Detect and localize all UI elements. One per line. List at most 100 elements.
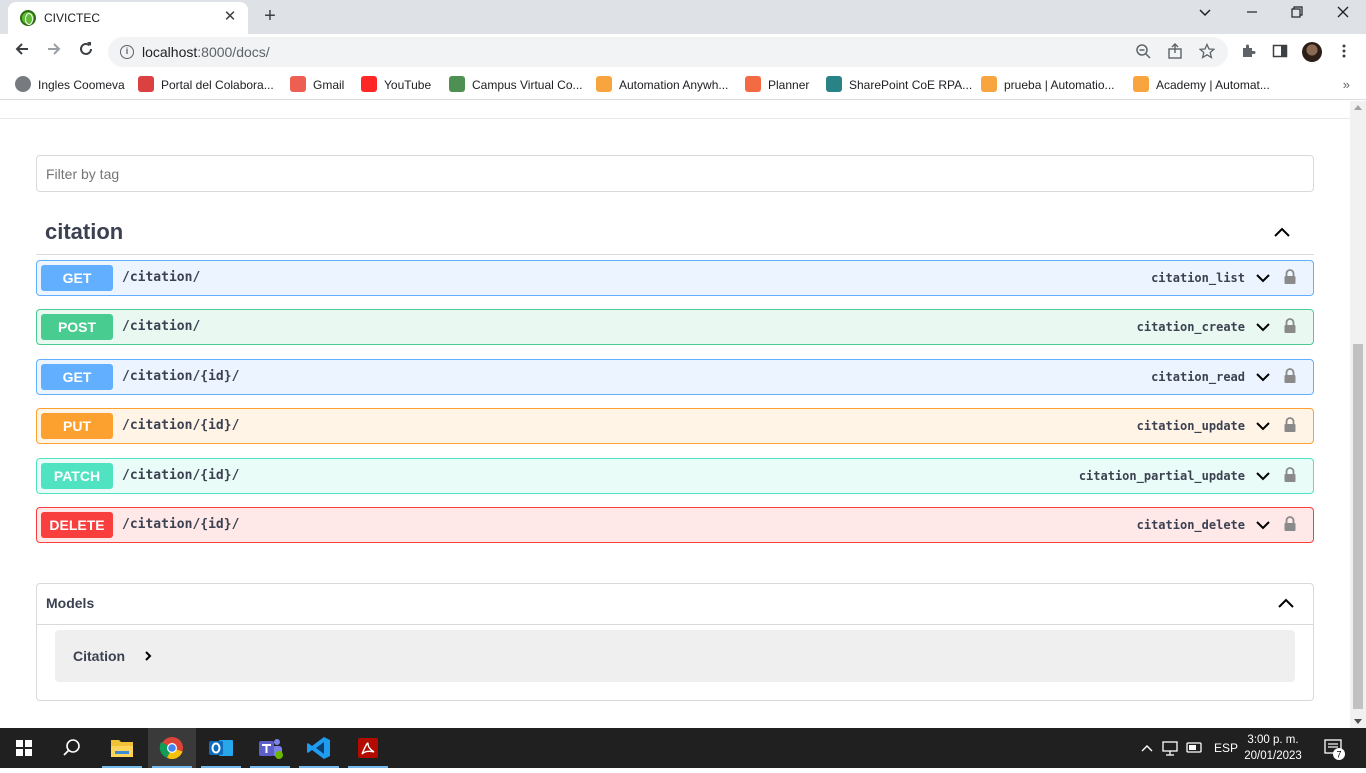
- bookmark-item[interactable]: SharePoint CoE RPA...: [826, 76, 972, 94]
- tray-overflow-icon[interactable]: [1140, 728, 1154, 768]
- scroll-down-arrow-icon[interactable]: [1354, 719, 1362, 724]
- filter-by-tag-input[interactable]: [36, 155, 1314, 192]
- side-panel-icon[interactable]: [1271, 43, 1289, 61]
- bookmark-item[interactable]: prueba | Automatio...: [981, 76, 1115, 94]
- portal-icon: [138, 76, 154, 92]
- lock-icon[interactable]: [1283, 417, 1297, 433]
- teams-icon[interactable]: [246, 728, 294, 768]
- restore-window-button[interactable]: [1285, 5, 1309, 25]
- chrome-icon[interactable]: [148, 728, 196, 768]
- profile-avatar[interactable]: [1302, 42, 1322, 62]
- url-path: :8000/docs/: [197, 44, 270, 60]
- chevron-down-icon[interactable]: [1255, 321, 1271, 333]
- models-title: Models: [46, 595, 95, 611]
- bookmark-item[interactable]: Portal del Colabora...: [138, 76, 274, 94]
- system-clock[interactable]: 3:00 p. m. 20/01/2023: [1238, 732, 1308, 764]
- bookmark-item[interactable]: YouTube: [361, 76, 431, 94]
- bookmark-item[interactable]: Gmail: [290, 76, 344, 94]
- tab-search-icon[interactable]: [1193, 5, 1217, 25]
- lock-icon[interactable]: [1283, 367, 1297, 384]
- operation-row-citation-read[interactable]: GET/citation/{id}/ citation_read: [36, 358, 1314, 395]
- http-method-badge: GET: [41, 363, 113, 390]
- operation-row-citation-create[interactable]: POST/citation/citation_create: [36, 309, 1314, 346]
- operation-row-citation-list[interactable]: GET/citation/citation_list: [36, 260, 1314, 296]
- minimize-window-button[interactable]: [1240, 5, 1264, 25]
- site-favicon-icon: [20, 10, 36, 26]
- browser-toolbar: i localhost:8000/docs/: [0, 34, 1366, 70]
- operation-path: /citation/{id}/: [122, 368, 240, 384]
- gmail-icon: [290, 76, 306, 92]
- operation-id: citation_update: [1136, 419, 1245, 434]
- http-method-badge: DELETE: [41, 512, 113, 538]
- globe-icon: [15, 76, 31, 92]
- notifications-icon[interactable]: 7: [1322, 728, 1348, 768]
- swagger-page: citation GET/citation/citation_listPOST/…: [0, 101, 1350, 728]
- bookmark-item[interactable]: Campus Virtual Co...: [449, 76, 583, 94]
- lock-icon[interactable]: [1283, 466, 1297, 483]
- volume-icon[interactable]: [1186, 728, 1204, 768]
- site-info-icon[interactable]: i: [120, 45, 134, 59]
- operation-id: citation_list: [1151, 271, 1245, 285]
- new-tab-button[interactable]: +: [260, 6, 280, 26]
- outlook-icon[interactable]: [197, 728, 245, 768]
- operation-row-citation-partial-update[interactable]: PATCH/citation/{id}/ citation_partial_upd…: [36, 457, 1314, 494]
- extensions-icon[interactable]: [1239, 43, 1257, 61]
- chevron-down-icon[interactable]: [1255, 272, 1271, 284]
- bookmark-item[interactable]: Academy | Automat...: [1133, 76, 1270, 94]
- page-scrollbar[interactable]: [1350, 101, 1366, 728]
- network-icon[interactable]: [1162, 728, 1180, 768]
- collapse-tag-icon[interactable]: [1272, 223, 1292, 243]
- lock-icon[interactable]: [1283, 318, 1297, 334]
- close-tab-icon[interactable]: ✕: [222, 9, 238, 25]
- bookmark-label: Campus Virtual Co...: [472, 78, 583, 92]
- zoom-icon[interactable]: [1134, 43, 1152, 61]
- scrollbar-thumb[interactable]: [1353, 344, 1363, 709]
- http-method-badge: POST: [41, 314, 113, 341]
- operation-id: citation_partial_update: [1078, 468, 1245, 483]
- lock-icon[interactable]: [1283, 269, 1297, 285]
- bookmark-item[interactable]: Planner: [745, 76, 809, 94]
- close-window-button[interactable]: [1331, 5, 1355, 25]
- lock-icon[interactable]: [1283, 516, 1297, 532]
- chevron-down-icon[interactable]: [1255, 371, 1271, 383]
- bookmark-item[interactable]: Ingles Coomeva: [15, 76, 125, 94]
- model-item[interactable]: Citation: [55, 630, 1295, 682]
- windows-taskbar: ESP 3:00 p. m. 20/01/2023 7: [0, 728, 1366, 768]
- clock-time: 3:00 p. m.: [1247, 734, 1299, 746]
- chevron-down-icon[interactable]: [1255, 519, 1271, 531]
- chrome-menu-icon[interactable]: [1335, 43, 1353, 61]
- bookmark-star-icon[interactable]: [1198, 42, 1216, 61]
- search-icon[interactable]: [48, 728, 96, 768]
- more-bookmarks-icon[interactable]: »: [1343, 77, 1350, 92]
- bookmarks-bar: Ingles Coomeva Portal del Colabora... Gmai…: [0, 70, 1366, 100]
- back-button[interactable]: [10, 40, 34, 64]
- forward-button[interactable]: [42, 40, 66, 64]
- start-button[interactable]: [0, 728, 48, 768]
- operation-row-citation-update[interactable]: PUT/citation/{id}/ citation_update: [36, 408, 1314, 445]
- language-indicator[interactable]: ESP: [1214, 741, 1238, 755]
- collapse-models-icon[interactable]: [1276, 594, 1296, 614]
- bookmark-label: prueba | Automatio...: [1004, 78, 1115, 92]
- scroll-up-arrow-icon[interactable]: [1354, 105, 1362, 110]
- automation-anywhere-icon: [596, 76, 612, 92]
- expand-model-icon[interactable]: [143, 650, 153, 662]
- bookmark-label: YouTube: [384, 78, 432, 92]
- browser-tab[interactable]: CIVICTEC ✕: [8, 2, 248, 34]
- reload-button[interactable]: [74, 40, 98, 64]
- file-explorer-icon[interactable]: [98, 728, 146, 768]
- bookmark-label: Planner: [768, 78, 810, 92]
- operation-path: /citation/: [122, 319, 201, 335]
- chevron-down-icon[interactable]: [1255, 470, 1271, 482]
- http-method-badge: PUT: [41, 413, 113, 440]
- address-bar[interactable]: i localhost:8000/docs/: [108, 37, 1228, 67]
- vscode-icon[interactable]: [295, 728, 343, 768]
- share-icon[interactable]: [1166, 43, 1184, 61]
- tag-section-header[interactable]: citation: [36, 211, 1314, 255]
- models-header[interactable]: Models: [37, 584, 1313, 625]
- acrobat-icon[interactable]: [344, 728, 392, 768]
- operation-path: /citation/: [122, 270, 201, 285]
- chevron-down-icon[interactable]: [1255, 420, 1271, 432]
- bookmark-item[interactable]: Automation Anywh...: [596, 76, 728, 94]
- bookmark-label: Portal del Colabora...: [161, 78, 274, 92]
- operation-row-citation-delete[interactable]: DELETE/citation/{id}/ citation_delete: [36, 507, 1314, 543]
